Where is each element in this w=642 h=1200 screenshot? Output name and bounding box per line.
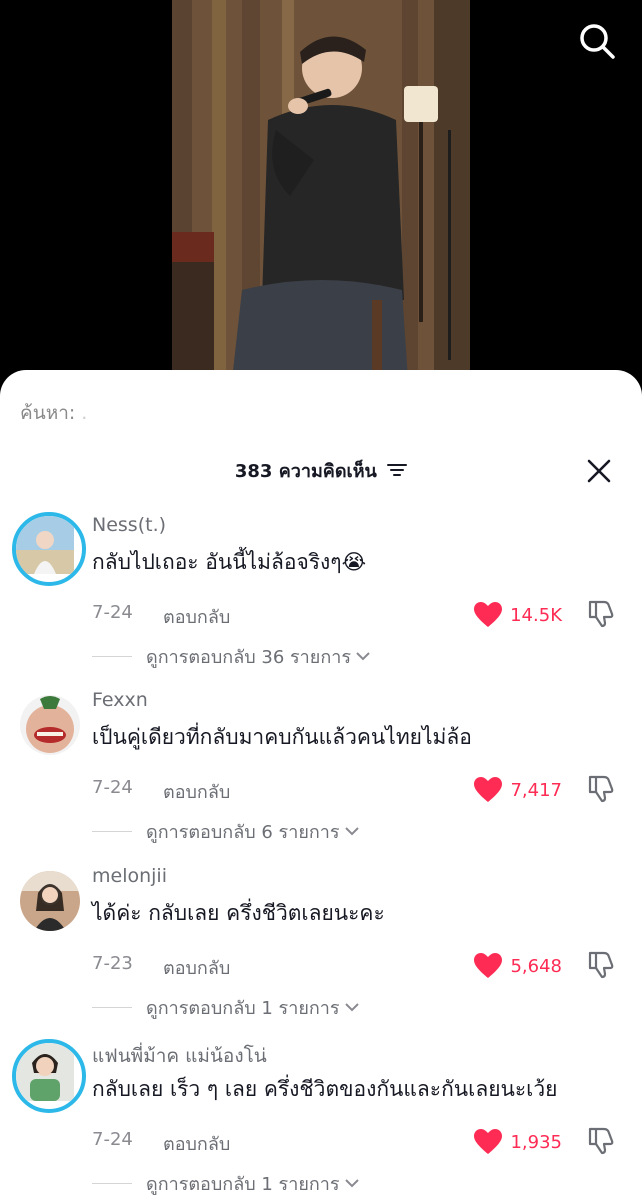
view-replies-label: ดูการตอบกลับ 6 รายการ [146, 821, 340, 843]
comment-date: 7-23 [92, 953, 133, 974]
comment-text: กลับเลย เร็ว ๆ เลย ครึ่งชีวิตของกันและกั… [92, 1077, 558, 1101]
like-count: 7,417 [510, 779, 562, 801]
search-icon [580, 24, 615, 59]
thumbs-down-icon [588, 600, 614, 628]
comment-text: เป็นคู่เดียวที่กลับมาคบกันแล้วคนไทยไม่ล้… [92, 725, 472, 749]
comment-item: Ness(t.) กลับไปเถอะ อันนี้ไม่ล้อจริงๆ😭 7… [0, 512, 642, 690]
thumbs-down-icon [588, 951, 614, 979]
reply-button[interactable]: ตอบกลับ [163, 953, 230, 982]
heart-icon [474, 953, 503, 978]
view-replies-button[interactable]: ดูการตอบกลับ 1 รายการ [92, 995, 360, 1019]
search-hint-label: ค้นหา: [20, 402, 76, 424]
thumbs-down-icon [588, 775, 614, 803]
thumbs-down-icon [588, 1127, 614, 1155]
divider [92, 1182, 132, 1184]
avatar[interactable] [12, 512, 86, 586]
video-player[interactable] [172, 0, 470, 380]
view-replies-label: ดูการตอบกลับ 1 รายการ [146, 997, 340, 1019]
avatar[interactable] [12, 1039, 86, 1113]
divider [92, 830, 132, 832]
view-replies-button[interactable]: ดูการตอบกลับ 6 รายการ [92, 819, 360, 843]
reply-button[interactable]: ตอบกลับ [163, 777, 230, 806]
like-button[interactable]: 1,935 [474, 1127, 562, 1157]
comments-header: 383 ความคิดเห็น [0, 456, 642, 490]
comment-item: melonjii ได้ค่ะ กลับเลย ครึ่งชีวิตเลยนะค… [0, 865, 642, 1041]
view-replies-label: ดูการตอบกลับ 1 รายการ [146, 1173, 340, 1195]
comment-date: 7-24 [92, 602, 133, 623]
close-icon [587, 459, 611, 483]
close-button[interactable] [586, 458, 612, 484]
like-button[interactable]: 14.5K [474, 600, 562, 630]
comments-sheet: ค้นหา:. 383 ความคิดเห็น Ness(t.) กลับไปเ… [0, 370, 642, 1200]
comment-text: ได้ค่ะ กลับเลย ครึ่งชีวิตเลยนะคะ [92, 901, 385, 925]
reply-button[interactable]: ตอบกลับ [163, 1129, 230, 1158]
divider [92, 655, 132, 657]
comment-count: 383 [234, 461, 273, 482]
view-replies-button[interactable]: ดูการตอบกลับ 36 รายการ [92, 644, 371, 668]
comment-item: Fexxn เป็นคู่เดียวที่กลับมาคบกันแล้วคนไท… [0, 689, 642, 865]
dislike-button[interactable] [586, 1125, 616, 1155]
comment-username[interactable]: Fexxn [92, 689, 148, 711]
search-hint-value: . [81, 402, 88, 424]
heart-icon [474, 1129, 503, 1154]
heart-icon [474, 777, 503, 802]
view-replies-button[interactable]: ดูการตอบกลับ 1 รายการ [92, 1171, 360, 1195]
video-thumbnail [172, 0, 470, 380]
comment-username[interactable]: Ness(t.) [92, 514, 166, 536]
comment-text: กลับไปเถอะ อันนี้ไม่ล้อจริงๆ😭 [92, 550, 367, 574]
video-area[interactable] [0, 0, 642, 380]
avatar[interactable] [20, 695, 80, 755]
reply-button[interactable]: ตอบกลับ [163, 602, 230, 631]
avatar[interactable] [20, 871, 80, 931]
like-button[interactable]: 5,648 [474, 951, 562, 981]
divider [92, 1006, 132, 1008]
like-button[interactable]: 7,417 [474, 775, 562, 805]
heart-icon [474, 602, 503, 627]
chevron-down-icon [344, 1003, 359, 1012]
comment-date: 7-24 [92, 1129, 133, 1150]
comment-username[interactable]: แฟนพี่ม้าค แม่น้องโน่ [92, 1041, 267, 1071]
view-replies-label: ดูการตอบกลับ 36 รายการ [146, 646, 351, 668]
chevron-down-icon [356, 652, 370, 661]
dislike-button[interactable] [586, 949, 616, 979]
comment-date: 7-24 [92, 777, 133, 798]
comment-count-label: ความคิดเห็น [278, 461, 377, 482]
comment-search-hint[interactable]: ค้นหา:. [20, 398, 87, 428]
like-count: 1,935 [510, 1131, 562, 1153]
like-count: 14.5K [510, 604, 562, 626]
comment-item: แฟนพี่ม้าค แม่น้องโน่ กลับเลย เร็ว ๆ เลย… [0, 1039, 642, 1200]
dislike-button[interactable] [586, 598, 616, 628]
like-count: 5,648 [510, 955, 562, 977]
search-button[interactable] [576, 20, 618, 62]
chevron-down-icon [344, 827, 359, 836]
comment-username[interactable]: melonjii [92, 865, 167, 887]
chevron-down-icon [344, 1179, 359, 1188]
sort-filter-icon[interactable] [387, 462, 408, 483]
dislike-button[interactable] [586, 773, 616, 803]
